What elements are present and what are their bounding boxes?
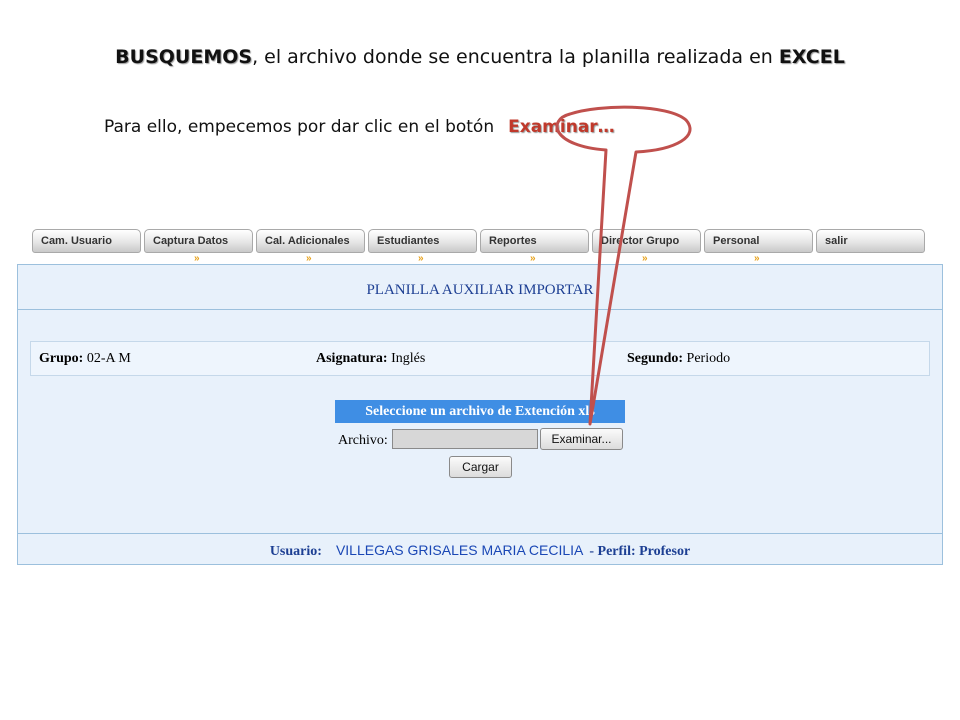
title-busquemos: BUSQUEMOS	[115, 46, 253, 68]
instruction-highlight: Examinar…	[508, 117, 615, 137]
load-button[interactable]: Cargar	[449, 456, 512, 478]
select-file-header: Seleccione un archivo de Extención xls	[335, 400, 625, 423]
asignatura-info: Asignatura: Inglés	[316, 351, 425, 367]
title-excel: EXCEL	[778, 46, 845, 68]
slide-title: BUSQUEMOS, el archivo donde se encuentra…	[0, 46, 960, 68]
tab-cam-usuario[interactable]: Cam. Usuario	[32, 229, 141, 253]
tab-cal-adicionales[interactable]: Cal. Adicionales	[256, 229, 365, 253]
tab-arrow-icon: »	[530, 253, 536, 264]
user-label: Usuario:	[269, 544, 322, 559]
panel-title: PLANILLA AUXILIAR IMPORTAR	[366, 282, 594, 298]
tab-reportes[interactable]: Reportes	[480, 229, 589, 253]
import-panel: PLANILLA AUXILIAR IMPORTAR Grupo: 02-A M…	[17, 264, 943, 565]
tab-arrow-icon: »	[642, 253, 648, 264]
grupo-label: Grupo:	[39, 351, 84, 366]
tab-estudiantes[interactable]: Estudiantes	[368, 229, 477, 253]
user-footer: Usuario: VILLEGAS GRISALES MARIA CECILIA -…	[18, 542, 942, 560]
title-middle: , el archivo donde se encuentra la plani…	[252, 46, 779, 68]
periodo-value: Periodo	[686, 351, 731, 366]
divider	[18, 533, 942, 534]
tab-captura-datos[interactable]: Captura Datos	[144, 229, 253, 253]
tab-arrow-icon: »	[194, 253, 200, 264]
tab-personal[interactable]: Personal	[704, 229, 813, 253]
instruction: Para ello, empecemos por dar clic en el …	[104, 117, 615, 137]
browse-button[interactable]: Examinar...	[540, 428, 623, 450]
file-label: Archivo:	[338, 433, 388, 448]
tab-arrow-icon: »	[306, 253, 312, 264]
tab-arrow-icon: »	[418, 253, 424, 264]
grupo-value: 02-A M	[86, 351, 131, 366]
tab-director-grupo[interactable]: Director Grupo	[592, 229, 701, 253]
tab-arrow-icon: »	[754, 253, 760, 264]
asignatura-value: Inglés	[391, 351, 426, 366]
divider	[18, 309, 942, 310]
user-profile: - Perfil: Profesor	[589, 544, 691, 559]
asignatura-label: Asignatura:	[316, 351, 388, 366]
user-name: VILLEGAS GRISALES MARIA CECILIA	[335, 542, 584, 558]
periodo-info: Segundo: Periodo	[627, 351, 730, 367]
nav-tabs: Cam. Usuario Captura Datos Cal. Adiciona…	[32, 229, 932, 265]
grupo-info: Grupo: 02-A M	[39, 351, 131, 367]
instruction-text: Para ello, empecemos por dar clic en el …	[104, 117, 495, 137]
course-info: Grupo: 02-A M Asignatura: Inglés Segundo…	[30, 341, 930, 376]
file-path-input[interactable]	[392, 429, 538, 449]
tab-salir[interactable]: salir	[816, 229, 925, 253]
periodo-label: Segundo:	[627, 351, 684, 366]
